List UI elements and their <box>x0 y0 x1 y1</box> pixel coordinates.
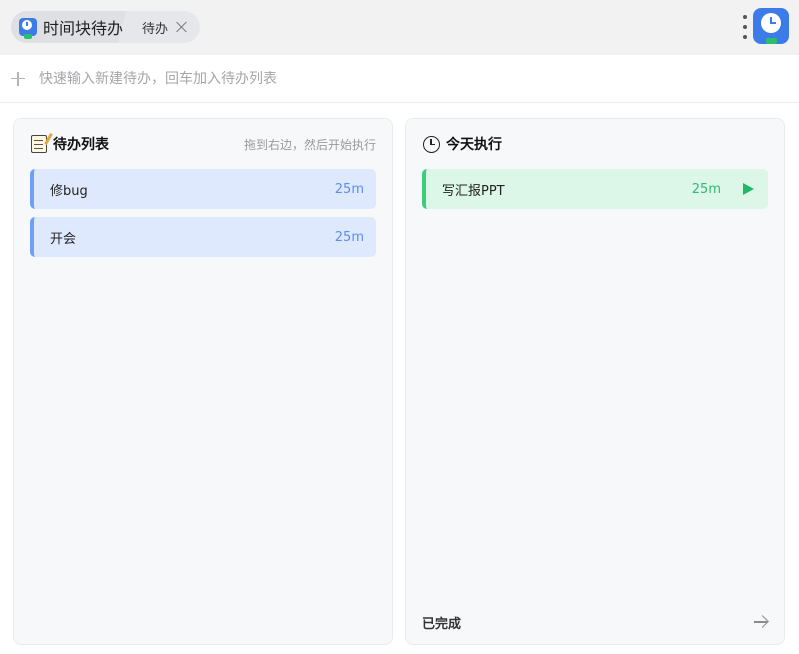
today-panel-title: 今天执行 <box>446 137 502 153</box>
completed-row[interactable]: 已完成 <box>422 612 768 632</box>
memo-icon <box>31 135 47 153</box>
todo-item[interactable]: 修bug 25m <box>30 169 376 209</box>
app-tab[interactable]: 时间块待办 <box>11 11 133 43</box>
today-panel: 今天执行 写汇报PPT 25m 已完成 <box>405 118 785 645</box>
todo-list: 修bug 25m 开会 25m <box>30 169 376 265</box>
todo-panel-title: 待办列表 <box>53 137 109 153</box>
today-panel-header: 今天执行 <box>423 134 768 154</box>
task-duration: 25m <box>334 229 364 245</box>
task-name: 修bug <box>50 183 88 199</box>
todo-panel: 待办列表 拖到右边，然后开始执行 修bug 25m 开会 25m <box>13 118 393 645</box>
plus-icon <box>11 71 25 86</box>
app-logo-icon <box>19 18 37 39</box>
tab-todo[interactable]: 待办 <box>126 11 200 43</box>
clock-icon <box>423 135 440 153</box>
quick-add-input[interactable] <box>39 70 739 87</box>
app-logo-icon-large[interactable] <box>753 8 789 44</box>
task-duration: 25m <box>334 181 364 197</box>
close-icon[interactable] <box>176 21 188 33</box>
today-list: 写汇报PPT 25m <box>422 169 768 217</box>
task-duration: 25m <box>691 181 721 197</box>
quick-add-row <box>0 55 799 103</box>
todo-panel-header: 待办列表 拖到右边，然后开始执行 <box>31 134 376 154</box>
tab-label: 待办 <box>142 21 169 37</box>
todo-panel-hint: 拖到右边，然后开始执行 <box>243 137 376 152</box>
more-vertical-icon[interactable] <box>741 15 749 39</box>
task-name: 开会 <box>50 231 77 247</box>
todo-item[interactable]: 开会 25m <box>30 217 376 257</box>
arrow-right-icon[interactable] <box>754 615 768 629</box>
play-icon[interactable] <box>743 183 754 195</box>
title-bar: 时间块待办 待办 <box>0 0 799 55</box>
completed-label: 已完成 <box>422 616 462 632</box>
today-item[interactable]: 写汇报PPT 25m <box>422 169 768 209</box>
app-title: 时间块待办 <box>43 19 124 38</box>
task-name: 写汇报PPT <box>442 183 505 199</box>
